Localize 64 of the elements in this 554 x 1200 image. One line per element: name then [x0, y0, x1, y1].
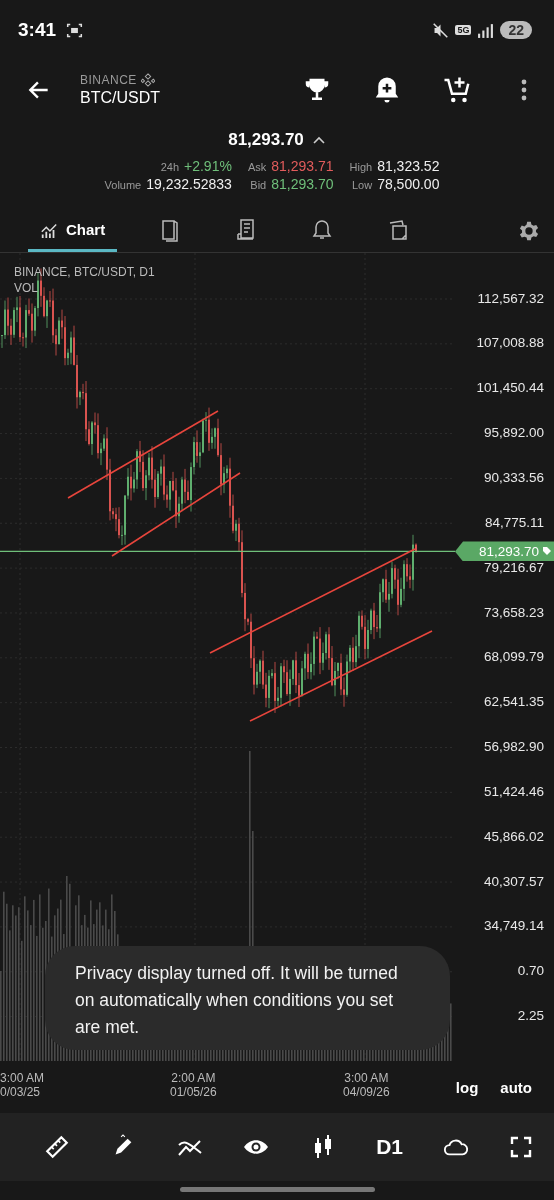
price-axis-label: 107,008.88	[476, 335, 544, 351]
stat-label: Ask	[247, 161, 267, 173]
price-axis-label: 68,099.79	[483, 649, 544, 665]
scale-mode-button[interactable]: auto	[500, 1078, 532, 1096]
price-axis-label: 51,424.46	[483, 783, 544, 799]
copy-icon	[387, 217, 410, 242]
date-axis-label: 0/03/25	[0, 1085, 41, 1099]
exchange-name: BINANCE	[80, 73, 137, 87]
time-axis-label: 3:00 AM	[0, 1071, 45, 1085]
price-axis-label: 90,333.56	[483, 469, 544, 485]
price-axis-label: 34,749.14	[483, 918, 544, 934]
price-tag: 81,293.70	[455, 541, 554, 562]
more-icon[interactable]	[520, 78, 528, 102]
pair-name: BTC/USDT	[80, 89, 160, 107]
stat-value: 81,323.52	[377, 158, 440, 174]
last-price: 81,293.70	[228, 130, 304, 150]
stat-value: 81,293.71	[271, 158, 334, 174]
price-axis-label: 2.25	[517, 1008, 544, 1024]
time-axis-label: 3:00 AM	[344, 1071, 389, 1085]
price-axis-label: 40,307.57	[483, 873, 544, 889]
date-axis-label: 04/09/26	[343, 1085, 390, 1099]
price-axis-label: 45,866.02	[483, 828, 544, 844]
trend-line[interactable]	[209, 548, 416, 654]
price-axis-label: 79,216.67	[483, 559, 544, 575]
stat-label: Bid	[250, 179, 267, 191]
time-axis-label: 2:00 AM	[171, 1071, 216, 1085]
date-axis-label: 01/05/26	[170, 1085, 217, 1099]
network-type: 5G	[455, 25, 472, 35]
price-axis-label: 101,450.44	[476, 380, 544, 396]
stat-value: 78,500.00	[377, 176, 440, 192]
price-axis-label: 0.70	[517, 963, 544, 979]
tab[interactable]: Chart	[28, 210, 118, 252]
timeframe-button[interactable]: D1	[376, 1135, 404, 1159]
signal-icon	[477, 21, 495, 39]
fullscreen-icon[interactable]	[509, 1135, 532, 1159]
trend-line[interactable]	[67, 410, 219, 499]
stat-value: 81,293.70	[271, 176, 334, 192]
mute-icon	[432, 21, 450, 39]
trend-line[interactable]	[249, 630, 433, 722]
scale-mode-button[interactable]: log	[455, 1078, 479, 1096]
battery-indicator: 22	[500, 21, 532, 39]
diamond-logo-icon	[140, 73, 155, 87]
ruler-icon[interactable]	[44, 1134, 70, 1160]
toast: Privacy display turned off. It will be turned on automatically when conditions you set are met.	[45, 946, 450, 1050]
cart-plus-icon[interactable]	[442, 75, 472, 105]
settings-icon[interactable]	[518, 219, 540, 243]
price-axis-label: 73,658.23	[483, 604, 544, 620]
price-axis-label: 62,541.35	[483, 694, 544, 710]
trend-line[interactable]	[111, 472, 241, 557]
price-axis-label: 95,892.00	[483, 425, 544, 441]
chart-legend: BINANCE, BTC/USDT, D1	[14, 265, 155, 279]
price-axis-label: 84,775.11	[484, 514, 544, 530]
price-axis-label: 112,567.32	[477, 290, 544, 306]
bell-icon	[311, 217, 334, 242]
stat-label: 24h	[160, 161, 179, 173]
price-axis-label: 56,982.90	[483, 739, 544, 755]
tag-icon	[542, 546, 552, 557]
stat-value: +2.91%	[184, 158, 232, 174]
stat-label: Volume	[104, 179, 142, 191]
stat-value: 19,232.52833	[146, 176, 232, 192]
screenshot-icon	[66, 21, 84, 39]
status-time: 3:41	[18, 19, 57, 41]
stat-label: Low	[351, 179, 373, 191]
stat-label: High	[349, 161, 373, 173]
